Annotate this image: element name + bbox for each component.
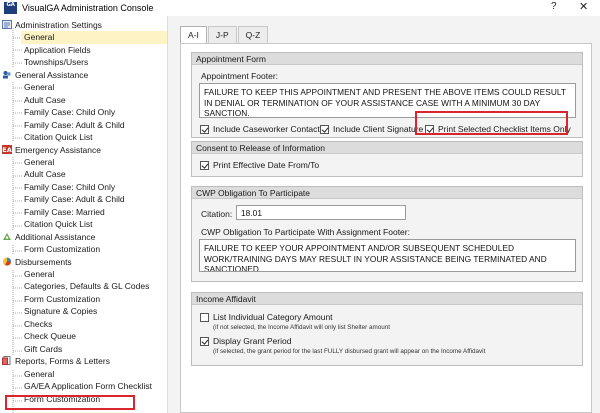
sidebar-group-administration-settings[interactable]: Administration Settings	[2, 19, 102, 32]
citation-input[interactable]: 18.01	[236, 205, 406, 220]
group-title: CWP Obligation To Participate	[192, 187, 582, 199]
sidebar-item-check-queue[interactable]: Check Queue	[24, 330, 76, 343]
svg-text:EA: EA	[2, 146, 11, 154]
settings-icon	[2, 19, 15, 32]
sidebar-item-townships-users[interactable]: Townships/Users	[24, 56, 88, 69]
tab-strip: A-I J-P Q-Z	[180, 26, 269, 43]
cwp-obligation-group: CWP Obligation To Participate Citation: …	[191, 186, 583, 282]
checkbox-label: List Individual Category Amount	[213, 312, 333, 322]
sidebar-group-label: Emergency Assistance	[15, 144, 101, 155]
sidebar-group-reports-forms-letters[interactable]: Reports, Forms & Letters	[2, 355, 110, 368]
ga-icon	[2, 69, 15, 82]
checkbox-icon[interactable]	[200, 160, 209, 170]
sidebar-item-adult-case[interactable]: Adult Case	[24, 94, 66, 107]
print-effective-date-checkbox[interactable]: Print Effective Date From/To	[200, 160, 319, 170]
tab-a-i[interactable]: A-I	[180, 26, 207, 43]
checkbox-label: Include Caseworker Contact	[213, 124, 320, 134]
sidebar-item-gift-cards[interactable]: Gift Cards	[24, 343, 62, 356]
checkbox-label: Print Effective Date From/To	[213, 160, 320, 170]
sidebar-item-citation-quick-list[interactable]: Citation Quick List	[24, 218, 93, 231]
checkbox-icon[interactable]	[320, 124, 329, 134]
title-bar: GA VisualGA Administration Console ? ✕	[0, 0, 600, 16]
sidebar-group-general-assistance[interactable]: General Assistance	[2, 69, 88, 82]
disbursements-icon	[2, 256, 15, 269]
cwp-footer-textbox[interactable]: FAILURE TO KEEP YOUR APPOINTMENT AND/OR …	[199, 239, 576, 272]
highlight-print-selected-checklist	[415, 111, 568, 135]
sidebar-group-disbursements[interactable]: Disbursements	[2, 256, 72, 269]
sidebar-item-form-customization[interactable]: Form Customization	[24, 243, 100, 256]
sidebar-item-citation-quick-list[interactable]: Citation Quick List	[24, 131, 93, 144]
sidebar-group-label: General Assistance	[15, 69, 89, 80]
highlight-form-customization	[5, 395, 135, 410]
tab-q-z[interactable]: Q-Z	[237, 26, 269, 43]
ea-icon: EA	[2, 144, 15, 157]
sidebar-group-additional-assistance[interactable]: Additional Assistance	[2, 231, 95, 244]
sidebar-item-general[interactable]: General	[24, 268, 54, 281]
tab-panel: Appointment Form Appointment Footer: FAI…	[180, 43, 592, 413]
sidebar-item-adult-case[interactable]: Adult Case	[24, 168, 66, 181]
sidebar-group-label: Reports, Forms & Letters	[15, 356, 110, 367]
sidebar-item-application-fields[interactable]: Application Fields	[24, 44, 91, 57]
checkbox-icon[interactable]	[200, 312, 209, 322]
additional-assistance-icon	[2, 231, 15, 244]
group-title: Consent to Release of Information	[192, 142, 582, 154]
reports-icon	[2, 355, 15, 368]
window-title: VisualGA Administration Console	[22, 3, 154, 13]
sidebar-group-emergency-assistance[interactable]: EA Emergency Assistance	[2, 144, 101, 157]
sidebar-item-general[interactable]: General	[24, 368, 54, 381]
checkbox-icon[interactable]	[200, 336, 209, 346]
sidebar-item-general[interactable]: General	[21, 31, 167, 44]
sidebar-item-general[interactable]: General	[24, 156, 54, 169]
list-individual-category-checkbox[interactable]: List Individual Category Amount	[200, 312, 333, 322]
sidebar-item-categories-defaults-gl-codes[interactable]: Categories, Defaults & GL Codes	[24, 280, 149, 293]
sidebar-item-checks[interactable]: Checks	[24, 318, 52, 331]
sidebar-group-label: Disbursements	[15, 256, 72, 267]
sidebar-group-label: Additional Assistance	[15, 231, 96, 242]
sidebar-item-ga-ea-application-form-checklist[interactable]: GA/EA Application Form Checklist	[24, 380, 152, 393]
sidebar-item-family-case-child-only[interactable]: Family Case: Child Only	[24, 181, 115, 194]
income-affidavit-group: Income Affidavit List Individual Categor…	[191, 292, 583, 366]
sidebar-group-label: Administration Settings	[15, 20, 102, 30]
appointment-footer-label: Appointment Footer:	[201, 71, 279, 81]
sidebar-item-family-case-married[interactable]: Family Case: Married	[24, 206, 105, 219]
citation-label: Citation:	[201, 209, 233, 219]
sidebar-item-family-case-adult-child[interactable]: Family Case: Adult & Child	[24, 193, 125, 206]
sidebar-tree[interactable]: Administration Settings General Applicatio…	[0, 16, 168, 413]
list-individual-note: (if not selected, the Income Affidavit w…	[213, 324, 390, 331]
sidebar-item-family-case-adult-child[interactable]: Family Case: Adult & Child	[24, 119, 125, 132]
sidebar-item-form-customization[interactable]: Form Customization	[24, 293, 100, 306]
group-title: Income Affidavit	[192, 293, 582, 305]
consent-release-group: Consent to Release of Information Print …	[191, 141, 583, 177]
checkbox-label: Include Client Signature	[333, 124, 424, 134]
cwp-footer-label: CWP Obligation To Participate With Assig…	[201, 227, 410, 237]
checkbox-icon[interactable]	[200, 124, 209, 134]
include-caseworker-contact-checkbox[interactable]: Include Caseworker Contact	[200, 124, 320, 134]
close-icon[interactable]: ✕	[579, 0, 588, 13]
checkbox-label: Display Grant Period	[213, 336, 292, 346]
help-icon[interactable]: ?	[551, 1, 557, 12]
group-title: Appointment Form	[192, 53, 582, 65]
app-logo-icon: GA	[4, 2, 17, 14]
sidebar-item-signature-copies[interactable]: Signature & Copies	[24, 305, 97, 318]
tab-j-p[interactable]: J-P	[207, 26, 237, 43]
display-grant-period-note: (if selected, the grant period for the l…	[213, 348, 486, 355]
display-grant-period-checkbox[interactable]: Display Grant Period	[200, 336, 291, 346]
main-area: A-I J-P Q-Z Appointment Form Appointment…	[168, 16, 600, 413]
include-client-signature-checkbox[interactable]: Include Client Signature	[320, 124, 423, 134]
sidebar-item-family-case-child-only[interactable]: Family Case: Child Only	[24, 106, 115, 119]
sidebar-item-general[interactable]: General	[24, 81, 54, 94]
